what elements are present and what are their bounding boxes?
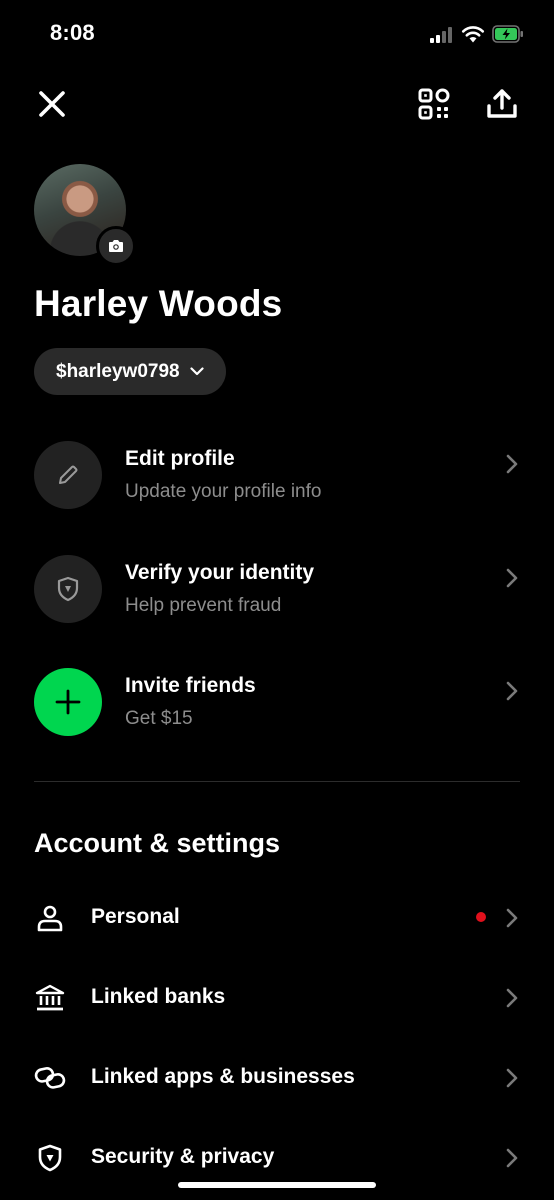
verify-identity-title: Verify your identity bbox=[125, 561, 315, 584]
profile-name: Harley Woods bbox=[34, 283, 283, 324]
link-icon bbox=[34, 1063, 66, 1093]
pencil-icon bbox=[59, 465, 78, 484]
section-divider bbox=[34, 781, 520, 782]
chevron-right-icon bbox=[506, 988, 518, 1008]
verify-identity-subtitle: Help prevent fraud bbox=[125, 595, 282, 616]
edit-profile-subtitle: Update your profile info bbox=[125, 481, 322, 502]
share-button[interactable] bbox=[482, 84, 522, 124]
alert-dot bbox=[476, 912, 486, 922]
chevron-right-icon bbox=[506, 1148, 518, 1168]
chevron-right-icon bbox=[506, 681, 518, 701]
chevron-right-icon bbox=[506, 1068, 518, 1088]
settings-item-label: Personal bbox=[91, 905, 180, 928]
close-icon bbox=[39, 91, 65, 117]
settings-item-linked-apps[interactable]: Linked apps & businesses bbox=[34, 1058, 520, 1098]
chevron-down-icon bbox=[189, 367, 204, 376]
invite-friends-row[interactable]: Invite friends Get $15 bbox=[34, 668, 520, 736]
invite-friends-subtitle: Get $15 bbox=[125, 708, 193, 729]
camera-icon bbox=[109, 240, 123, 252]
settings-item-label: Linked banks bbox=[91, 985, 226, 1008]
chevron-right-icon bbox=[506, 568, 518, 588]
settings-item-label: Security & privacy bbox=[91, 1145, 275, 1168]
cashtag-selector[interactable]: $harleyw0798 bbox=[34, 348, 226, 395]
plus-icon bbox=[55, 689, 81, 715]
invite-friends-title: Invite friends bbox=[125, 674, 256, 697]
home-indicator[interactable] bbox=[178, 1182, 376, 1188]
qr-code-icon bbox=[418, 88, 450, 120]
account-settings-heading: Account & settings bbox=[34, 828, 281, 858]
verify-identity-row[interactable]: Verify your identity Help prevent fraud bbox=[34, 555, 520, 623]
shield-icon bbox=[34, 1143, 66, 1173]
close-button[interactable] bbox=[32, 84, 72, 124]
settings-item-label: Linked apps & businesses bbox=[91, 1065, 355, 1088]
chevron-right-icon bbox=[506, 908, 518, 928]
bank-icon bbox=[34, 983, 66, 1013]
battery-charging-icon bbox=[492, 25, 523, 43]
edit-profile-icon-circle bbox=[34, 441, 102, 509]
settings-item-linked-banks[interactable]: Linked banks bbox=[34, 978, 520, 1018]
verify-identity-icon-circle bbox=[34, 555, 102, 623]
cellular-signal-icon bbox=[430, 27, 454, 43]
settings-item-personal[interactable]: Personal bbox=[34, 898, 520, 938]
person-icon bbox=[34, 903, 66, 933]
share-upload-icon bbox=[487, 89, 517, 118]
invite-friends-icon-circle bbox=[34, 668, 102, 736]
shield-icon bbox=[57, 576, 79, 602]
chevron-right-icon bbox=[506, 454, 518, 474]
edit-profile-row[interactable]: Edit profile Update your profile info bbox=[34, 441, 520, 509]
cashtag-label: $harleyw0798 bbox=[56, 360, 180, 382]
qr-code-button[interactable] bbox=[414, 84, 454, 124]
status-time: 8:08 bbox=[50, 20, 95, 45]
edit-profile-title: Edit profile bbox=[125, 447, 235, 470]
wifi-icon bbox=[461, 26, 485, 43]
settings-item-security-privacy[interactable]: Security & privacy bbox=[34, 1138, 520, 1178]
change-photo-button[interactable] bbox=[96, 226, 136, 266]
